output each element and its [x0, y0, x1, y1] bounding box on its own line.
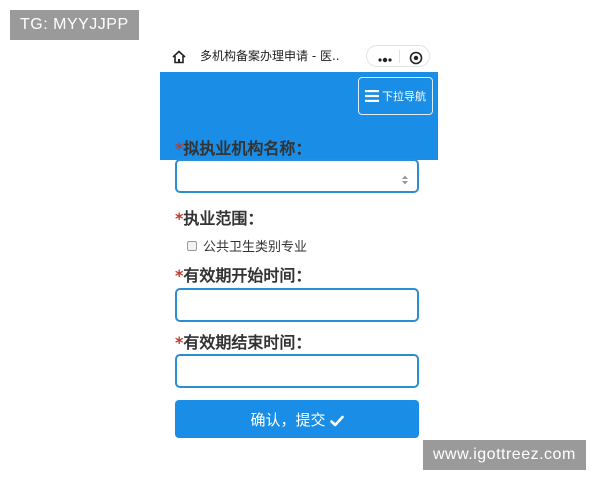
home-icon[interactable]	[172, 49, 186, 64]
submit-button-label: 确认，提交	[250, 410, 326, 429]
more-dots-icon[interactable]	[377, 51, 393, 63]
submit-button[interactable]: 确认，提交	[175, 400, 419, 438]
institution-select[interactable]	[175, 159, 419, 193]
institution-label: *拟执业机构名称：	[175, 135, 311, 159]
capsule-menu	[366, 45, 430, 67]
start-date-input[interactable]	[175, 288, 419, 322]
institution-label-text: 拟执业机构名称：	[183, 139, 312, 158]
dropdown-nav-button[interactable]: 下拉导航	[358, 77, 433, 115]
start-date-label-text: 有效期开始时间：	[183, 266, 312, 285]
start-date-label: *有效期开始时间：	[175, 262, 311, 286]
title-bar: 多机构备案办理申请 - 医...	[160, 40, 438, 72]
miniapp-screen: 多机构备案办理申请 - 医... 下拉导航 *拟执业机构名称： *执业范围： 公…	[160, 40, 438, 480]
public-health-checkbox[interactable]	[187, 240, 197, 251]
scope-option-public-health[interactable]: 公共卫生类别专业	[187, 236, 307, 255]
check-icon	[329, 413, 344, 427]
site-watermark-overlay: www.igottreez.com	[423, 440, 586, 470]
nav-button-label: 下拉导航	[382, 90, 426, 103]
scope-label: *执业范围：	[175, 205, 263, 229]
capsule-divider	[399, 50, 400, 63]
scope-label-text: 执业范围：	[183, 209, 264, 228]
hamburger-icon	[365, 90, 379, 102]
page-title: 多机构备案办理申请 - 医...	[200, 49, 340, 63]
public-health-option-label: 公共卫生类别专业	[203, 240, 308, 255]
tg-tag-overlay: TG: MYYJJPP	[10, 10, 139, 40]
select-arrows-icon	[401, 171, 409, 185]
end-date-label-text: 有效期结束时间：	[183, 333, 312, 352]
close-target-icon[interactable]	[409, 50, 423, 65]
end-date-label: *有效期结束时间：	[175, 329, 311, 353]
end-date-input[interactable]	[175, 354, 419, 388]
